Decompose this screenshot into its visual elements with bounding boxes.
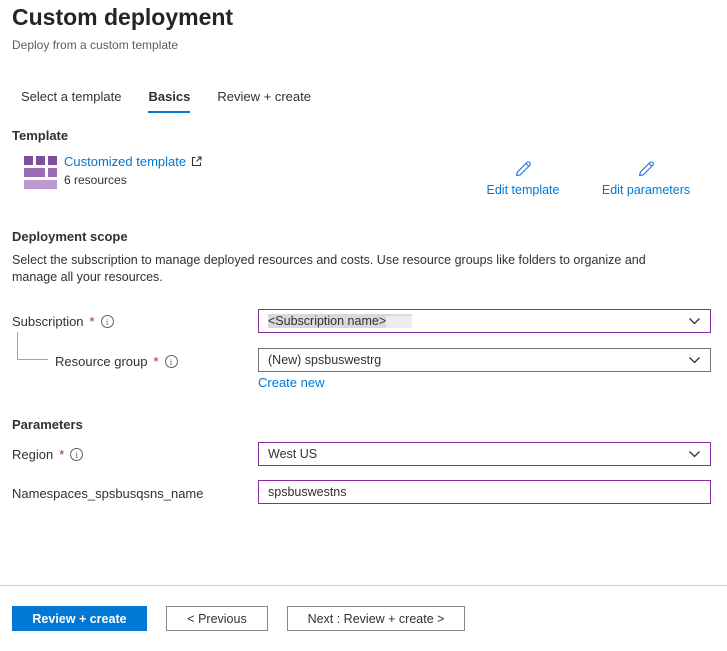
- next-review-create-button[interactable]: Next : Review + create >: [287, 606, 465, 631]
- info-icon[interactable]: i: [165, 355, 178, 368]
- previous-button[interactable]: < Previous: [166, 606, 268, 631]
- custom-deployment-page: Custom deployment Deploy from a custom t…: [0, 0, 727, 651]
- template-resource-grid-icon: [24, 156, 57, 189]
- region-value: West US: [268, 447, 317, 461]
- required-asterisk: *: [59, 447, 64, 462]
- page-title: Custom deployment: [12, 4, 233, 31]
- review-create-button[interactable]: Review + create: [12, 606, 147, 631]
- region-label: Region * i: [12, 447, 83, 462]
- tab-basics[interactable]: Basics: [148, 89, 190, 113]
- edit-parameters-label: Edit parameters: [602, 183, 690, 197]
- chevron-down-icon: [688, 356, 701, 365]
- edit-template-button[interactable]: Edit template: [465, 159, 581, 197]
- namespace-name-input[interactable]: [258, 480, 711, 504]
- subscription-value: <Subscription name>: [268, 314, 412, 328]
- pencil-icon: [513, 159, 533, 179]
- customized-template-link[interactable]: Customized template: [64, 154, 202, 169]
- resource-group-dropdown[interactable]: (New) spsbuswestrg: [258, 348, 711, 372]
- deployment-scope-description: Select the subscription to manage deploy…: [12, 252, 686, 286]
- page-subtitle: Deploy from a custom template: [12, 38, 178, 52]
- resource-group-label: Resource group * i: [55, 354, 178, 369]
- subscription-label: Subscription * i: [12, 314, 114, 329]
- footer-separator: [0, 585, 727, 586]
- create-new-link[interactable]: Create new: [258, 375, 324, 390]
- required-asterisk: *: [90, 314, 95, 329]
- resource-group-value: (New) spsbuswestrg: [268, 353, 381, 367]
- namespace-name-label: Namespaces_spsbusqsns_name: [12, 486, 204, 501]
- info-icon[interactable]: i: [70, 448, 83, 461]
- chevron-down-icon: [688, 450, 701, 459]
- external-link-icon: [191, 156, 202, 167]
- deployment-scope-heading: Deployment scope: [12, 229, 128, 244]
- edit-template-label: Edit template: [487, 183, 560, 197]
- region-dropdown[interactable]: West US: [258, 442, 711, 466]
- scope-connector-line: [17, 332, 48, 360]
- subscription-dropdown[interactable]: <Subscription name>: [258, 309, 711, 333]
- edit-parameters-button[interactable]: Edit parameters: [588, 159, 704, 197]
- template-resource-count: 6 resources: [64, 173, 127, 187]
- parameters-heading: Parameters: [12, 417, 83, 432]
- pencil-icon: [636, 159, 656, 179]
- customized-template-link-label: Customized template: [64, 154, 186, 169]
- info-icon[interactable]: i: [101, 315, 114, 328]
- required-asterisk: *: [154, 354, 159, 369]
- tab-review-create[interactable]: Review + create: [217, 89, 311, 113]
- chevron-down-icon: [688, 317, 701, 326]
- template-section-heading: Template: [12, 128, 68, 143]
- tab-select-a-template[interactable]: Select a template: [21, 89, 121, 113]
- tab-bar: Select a template Basics Review + create: [21, 89, 311, 113]
